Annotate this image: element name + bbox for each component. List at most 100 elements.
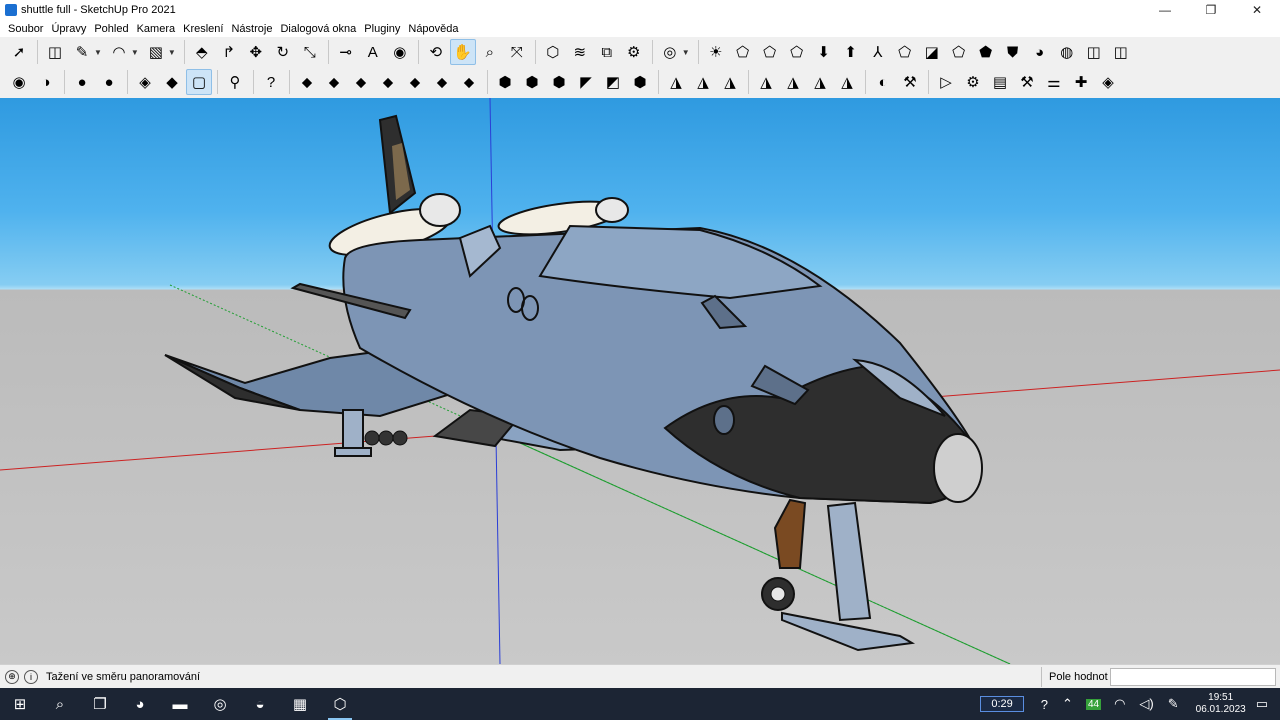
- chrome-browser-icon[interactable]: ◎: [200, 688, 240, 720]
- plus-icon[interactable]: ✚: [1068, 69, 1094, 95]
- group-icon[interactable]: ●: [96, 69, 122, 95]
- account-icon[interactable]: ◎: [657, 39, 683, 65]
- shield-icon[interactable]: ⛊: [1000, 39, 1026, 65]
- menu-item[interactable]: Nápověda: [404, 23, 462, 35]
- xray-icon[interactable]: ▢: [186, 69, 212, 95]
- menu-item[interactable]: Soubor: [4, 23, 47, 35]
- plugin-tools-icon[interactable]: ⚒: [897, 69, 923, 95]
- tray-badge[interactable]: 44: [1085, 698, 1102, 710]
- menu-item[interactable]: Kreslení: [179, 23, 227, 35]
- geo-location-icon[interactable]: ⊕: [5, 669, 19, 684]
- menu-item[interactable]: Úpravy: [47, 23, 90, 35]
- edge-browser-icon[interactable]: ◕: [120, 688, 160, 720]
- sandbox-from-contours-icon[interactable]: ⬥: [294, 69, 320, 95]
- arc-tool-icon[interactable]: ◠: [106, 39, 132, 65]
- pan-tool-icon[interactable]: ✋: [449, 39, 476, 65]
- play-icon[interactable]: ▷: [933, 69, 959, 95]
- style-xray-icon[interactable]: ◮: [663, 69, 689, 95]
- chevron-down-icon[interactable]: ▼: [94, 48, 102, 57]
- scale-tool-icon[interactable]: ⤡: [297, 39, 323, 65]
- menu-item[interactable]: Pohled: [90, 23, 132, 35]
- style-hidden-line-icon[interactable]: ◮: [753, 69, 779, 95]
- solid-tools-union-icon[interactable]: ⬠: [730, 39, 756, 65]
- menu-item[interactable]: Dialogová okna: [276, 23, 360, 35]
- arrow-down-icon[interactable]: ⬇: [811, 39, 837, 65]
- zoom-extents-icon[interactable]: ⤧: [504, 39, 530, 65]
- eraser-smooth-icon[interactable]: ◫: [1108, 39, 1134, 65]
- warehouse-icon[interactable]: ⬡: [540, 39, 566, 65]
- measurements-input[interactable]: [1110, 667, 1276, 686]
- app-icon[interactable]: ▦: [280, 688, 320, 720]
- chevron-down-icon[interactable]: ▼: [682, 48, 690, 57]
- plugin-sun-icon[interactable]: ◐: [870, 69, 896, 95]
- help-icon[interactable]: ?: [258, 69, 284, 95]
- sandbox-drape-icon[interactable]: ⬥: [402, 69, 428, 95]
- sketchup-app-icon[interactable]: ⬡: [320, 688, 360, 720]
- system-clock[interactable]: 19:51 06.01.2023: [1196, 692, 1246, 716]
- sun-shadow-icon[interactable]: ☀: [703, 39, 729, 65]
- sandbox-flip-edge-icon[interactable]: ⬥: [456, 69, 482, 95]
- component-icon[interactable]: ●: [69, 69, 95, 95]
- paint-bucket-icon[interactable]: ◉: [387, 39, 413, 65]
- maximize-icon[interactable]: ❐: [1188, 0, 1234, 20]
- style-wireframe-icon[interactable]: ◮: [717, 69, 743, 95]
- timer-display[interactable]: 0:29: [980, 696, 1024, 712]
- style-shaded-icon[interactable]: ◮: [780, 69, 806, 95]
- view-right-icon[interactable]: ◤: [573, 69, 599, 95]
- layout-send-icon[interactable]: ⧉: [594, 39, 620, 65]
- globe-style-icon[interactable]: ◍: [1054, 39, 1080, 65]
- speaker-icon[interactable]: ◁): [1139, 696, 1153, 712]
- view-back-icon[interactable]: ◩: [600, 69, 626, 95]
- eraser-soft-icon[interactable]: ◫: [1081, 39, 1107, 65]
- wrench-icon[interactable]: ⚒: [1014, 69, 1040, 95]
- settings-icon[interactable]: ⚙: [960, 69, 986, 95]
- view-iso-icon[interactable]: ⬢: [492, 69, 518, 95]
- menu-item[interactable]: Pluginy: [360, 23, 404, 35]
- chevron-up-icon[interactable]: ⌃: [1062, 696, 1073, 712]
- minimize-icon[interactable]: —: [1142, 0, 1188, 20]
- style-textured-icon[interactable]: ◮: [807, 69, 833, 95]
- zoom-tool-icon[interactable]: ⌕: [477, 39, 503, 65]
- solid-tools-subtract-icon[interactable]: ⬠: [757, 39, 783, 65]
- walk-tool-icon[interactable]: ⚲: [222, 69, 248, 95]
- text-tool-icon[interactable]: A: [360, 39, 386, 65]
- document-icon[interactable]: ▤: [987, 69, 1013, 95]
- view-front-icon[interactable]: ⬢: [546, 69, 572, 95]
- solid-outer-shell-icon[interactable]: ⬠: [892, 39, 918, 65]
- chevron-down-icon[interactable]: ▼: [131, 48, 139, 57]
- notification-icon[interactable]: ▭: [1256, 696, 1268, 712]
- sandbox-stamp-icon[interactable]: ⬥: [375, 69, 401, 95]
- pencil-tool-icon[interactable]: ✎: [69, 39, 95, 65]
- follow-me-tool-icon[interactable]: ↱: [216, 39, 242, 65]
- section-fill-icon[interactable]: ◆: [159, 69, 185, 95]
- view-left-icon[interactable]: ⬢: [627, 69, 653, 95]
- sliders-icon[interactable]: ⚌: [1041, 69, 1067, 95]
- hide-geometry-icon[interactable]: ◈: [132, 69, 158, 95]
- search-icon[interactable]: ⌕: [40, 688, 80, 720]
- extension-warehouse-icon[interactable]: ≋: [567, 39, 593, 65]
- view-top-icon[interactable]: ⬢: [519, 69, 545, 95]
- push-pull-tool-icon[interactable]: ⬘: [189, 39, 215, 65]
- help-tray-icon[interactable]: ?: [1041, 697, 1048, 712]
- orbit-tool-icon[interactable]: ⟲: [423, 39, 449, 65]
- sandbox-add-detail-icon[interactable]: ⬥: [429, 69, 455, 95]
- solid-tools-intersect-icon[interactable]: ⬠: [784, 39, 810, 65]
- extension-manager-icon[interactable]: ⚙: [621, 39, 647, 65]
- move-tool-icon[interactable]: ✥: [243, 39, 269, 65]
- style-back-edges-icon[interactable]: ◮: [690, 69, 716, 95]
- style-monochrome-icon[interactable]: ◮: [834, 69, 860, 95]
- rectangle-tool-icon[interactable]: ▧: [143, 39, 169, 65]
- arrow-up-icon[interactable]: ⬆: [838, 39, 864, 65]
- sandbox-from-scratch-icon[interactable]: ⬥: [321, 69, 347, 95]
- style-paint-icon[interactable]: ◕: [1027, 39, 1053, 65]
- solid-split-icon[interactable]: ⬠: [946, 39, 972, 65]
- tag-icon[interactable]: ◈: [1095, 69, 1121, 95]
- solid-trim-icon[interactable]: ⬟: [973, 39, 999, 65]
- select-tool-icon[interactable]: ➚: [6, 39, 32, 65]
- menu-item[interactable]: Kamera: [133, 23, 180, 35]
- menu-item[interactable]: Nástroje: [227, 23, 276, 35]
- look-around-icon[interactable]: ◑: [33, 69, 59, 95]
- wifi-icon[interactable]: ◠: [1114, 696, 1125, 712]
- file-explorer-icon[interactable]: ▬: [160, 688, 200, 720]
- chevron-down-icon[interactable]: ▼: [168, 48, 176, 57]
